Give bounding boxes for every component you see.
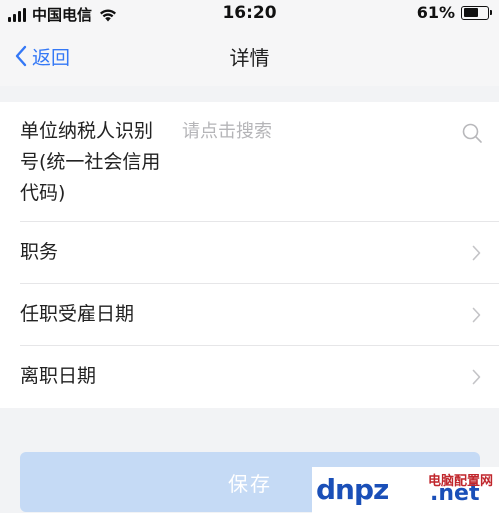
status-bar: 中国电信 16:20 61% bbox=[0, 0, 499, 28]
hire-date-label: 任职受雇日期 bbox=[20, 303, 135, 325]
page-title: 详情 bbox=[229, 46, 270, 70]
position-row[interactable]: 职务 bbox=[0, 222, 499, 284]
nav-bar: 返回 详情 bbox=[0, 28, 499, 86]
taxid-search-input[interactable] bbox=[182, 117, 452, 145]
chevron-right-icon bbox=[472, 369, 481, 385]
hire-date-row[interactable]: 任职受雇日期 bbox=[0, 284, 499, 346]
watermark-logo: dnpz bbox=[316, 473, 389, 506]
watermark-site-name: 电脑配置网 bbox=[427, 474, 493, 489]
taxid-label: 单位纳税人识别号(统一社会信用代码) bbox=[20, 120, 161, 204]
battery-percent: 61% bbox=[416, 3, 455, 22]
position-label: 职务 bbox=[20, 241, 59, 263]
battery-icon bbox=[461, 5, 492, 20]
taxid-row[interactable]: 单位纳税人识别号(统一社会信用代码) bbox=[0, 102, 499, 222]
site-watermark: dnpz .net 电脑配置网 bbox=[312, 467, 499, 513]
chevron-right-icon bbox=[472, 307, 481, 323]
status-right: 61% bbox=[416, 3, 492, 22]
detail-form: 单位纳税人识别号(统一社会信用代码) 职务 任职受雇日期 离职日期 bbox=[0, 102, 499, 408]
leave-date-label: 离职日期 bbox=[20, 365, 97, 387]
leave-date-row[interactable]: 离职日期 bbox=[0, 346, 499, 408]
search-icon[interactable] bbox=[461, 122, 483, 144]
chevron-right-icon bbox=[472, 245, 481, 261]
battery-fill bbox=[463, 8, 478, 17]
